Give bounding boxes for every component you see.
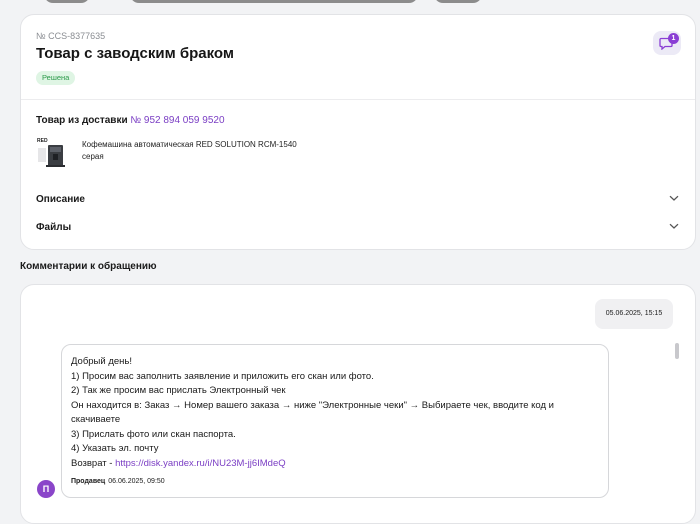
- top-navigation-pills: [0, 0, 700, 4]
- message-date: 06.06.2025, 09:50: [108, 478, 165, 485]
- divider: [21, 99, 695, 100]
- seller-message-text: Добрый день! 1) Просим вас заполнить зая…: [71, 355, 591, 471]
- accordion-label: Файлы: [36, 222, 72, 233]
- chevron-down-icon: [669, 223, 679, 229]
- ticket-card: № CCS-8377635 Товар с заводским браком Р…: [20, 14, 696, 250]
- delivery-number-link[interactable]: № 952 894 059 9520: [130, 115, 224, 126]
- return-label: Возврат -: [71, 457, 116, 469]
- accordion-description[interactable]: Описание: [36, 192, 681, 208]
- accordion-label: Описание: [36, 194, 85, 205]
- message-line: 4) Указать эл. почту: [71, 443, 159, 454]
- scrollbar-thumb[interactable]: [675, 343, 679, 359]
- status-badge: Решена: [36, 71, 76, 85]
- product-name[interactable]: Кофемашина автоматическая RED SOLUTION R…: [82, 139, 307, 163]
- seller-message-bubble: Добрый день! 1) Просим вас заполнить зая…: [61, 344, 609, 498]
- message-line: 2) Так же просим вас прислать Электронны…: [71, 385, 286, 396]
- delivery-info: Товар из доставки № 952 894 059 9520: [36, 115, 225, 126]
- message-line: 3) Прислать фото или скан паспорта.: [71, 428, 236, 440]
- product-image[interactable]: RED: [36, 136, 70, 170]
- svg-text:RED: RED: [37, 138, 48, 144]
- delivery-label: Товар из доставки: [36, 115, 128, 126]
- chat-button[interactable]: 1: [653, 31, 681, 55]
- message-author: Продавец: [71, 478, 106, 485]
- avatar: П: [37, 480, 55, 498]
- nav-pill[interactable]: [130, 0, 418, 3]
- accordion-files[interactable]: Файлы: [36, 220, 681, 236]
- nav-pill[interactable]: [44, 0, 90, 3]
- message-line: 1) Просим вас заполнить заявление и прил…: [71, 370, 374, 382]
- message-line: Он находится в: Заказ → Номер вашего зак…: [71, 399, 554, 426]
- ticket-title: Товар с заводским браком: [36, 45, 234, 62]
- message-meta: Продавец 06.06.2025, 09:50: [71, 478, 165, 485]
- return-line: Возврат - https://disk.yandex.ru/i/NU23M…: [71, 457, 591, 472]
- chevron-down-icon: [669, 195, 679, 201]
- user-message-bubble: 05.06.2025, 15:15: [595, 299, 673, 329]
- comments-panel: 05.06.2025, 15:15 Добрый день! 1) Просим…: [20, 284, 696, 524]
- comments-heading: Комментарии к обращению: [20, 261, 157, 272]
- nav-pill[interactable]: [434, 0, 482, 3]
- return-link[interactable]: https://disk.yandex.ru/i/NU23M-jj6IMdeQ: [115, 458, 286, 469]
- ticket-number: № CCS-8377635: [36, 31, 106, 41]
- chat-count-badge: 1: [668, 33, 679, 44]
- message-line: Добрый день!: [71, 356, 132, 367]
